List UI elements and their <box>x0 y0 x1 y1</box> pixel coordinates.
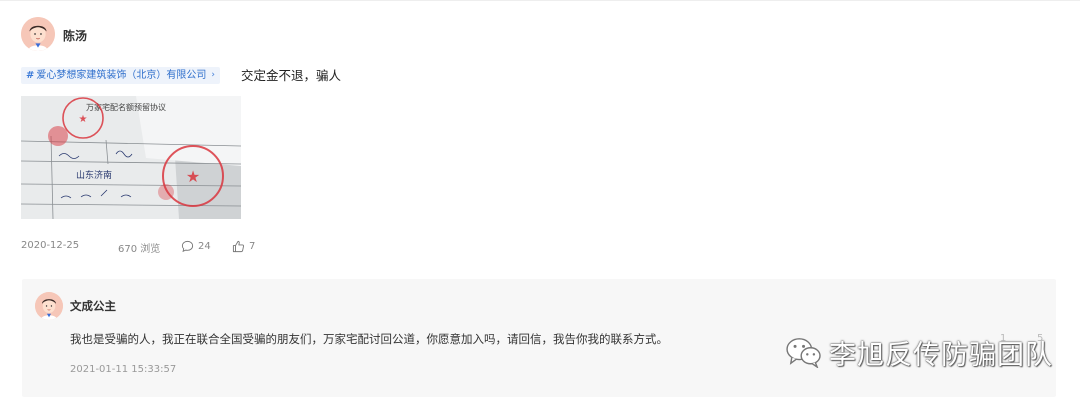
reply-avatar[interactable] <box>35 292 63 320</box>
chevron-right-icon: › <box>211 70 215 80</box>
watermark: 李旭反传防骗团队 <box>785 330 1053 374</box>
comment-icon <box>181 240 194 253</box>
contract-photo: 万家宅配名额预留协议 山东济南 ★ ★ <box>21 96 241 219</box>
post-text: 交定金不退，骗人 <box>241 68 342 83</box>
doc-title: 万家宅配名额预留协议 <box>86 102 166 112</box>
wechat-icon <box>786 338 821 368</box>
comment-count-text: 24 <box>198 241 211 252</box>
view-count-text: 670 浏览 <box>118 244 161 255</box>
company-tag-label: 爱心梦想家建筑装饰（北京）有限公司 <box>36 70 207 81</box>
reply-time: 2021-01-11 15:33:57 <box>70 364 177 375</box>
like-button[interactable]: 7 <box>232 240 255 253</box>
post-date: 2020-12-25 <box>21 240 79 251</box>
hash-icon: # <box>26 70 35 81</box>
like-count-text: 7 <box>249 241 256 252</box>
svg-text:★: ★ <box>79 114 88 125</box>
thumbs-up-icon <box>232 240 245 253</box>
post-date-text: 2020-12-25 <box>21 240 80 251</box>
svg-text:★: ★ <box>186 167 200 186</box>
company-tag[interactable]: # 爱心梦想家建筑装饰（北京）有限公司 › <box>21 67 220 84</box>
reply-author[interactable]: 文成公主 <box>70 298 116 314</box>
doc-handwriting: 山东济南 <box>76 169 112 181</box>
author-name[interactable]: 陈汤 <box>63 27 87 44</box>
avatar-cartoon-icon <box>35 292 63 320</box>
post-image[interactable]: 万家宅配名额预留协议 山东济南 ★ ★ <box>21 96 241 219</box>
post-card: 陈汤 # 爱心梦想家建筑装饰（北京）有限公司 › 交定金不退，骗人 万家宅配名额… <box>0 0 1080 400</box>
comment-count[interactable]: 24 <box>181 240 211 253</box>
avatar-cartoon-icon <box>21 17 55 51</box>
avatar[interactable] <box>21 17 55 51</box>
watermark-text: 李旭反传防骗团队 <box>829 339 1053 371</box>
view-count: 670 浏览 <box>118 240 160 255</box>
reply-text: 我也是受骗的人，我正在联合全国受骗的朋友们，万家宅配讨回公道，你愿意加入吗，请回… <box>70 332 668 346</box>
divider <box>0 0 1080 1</box>
